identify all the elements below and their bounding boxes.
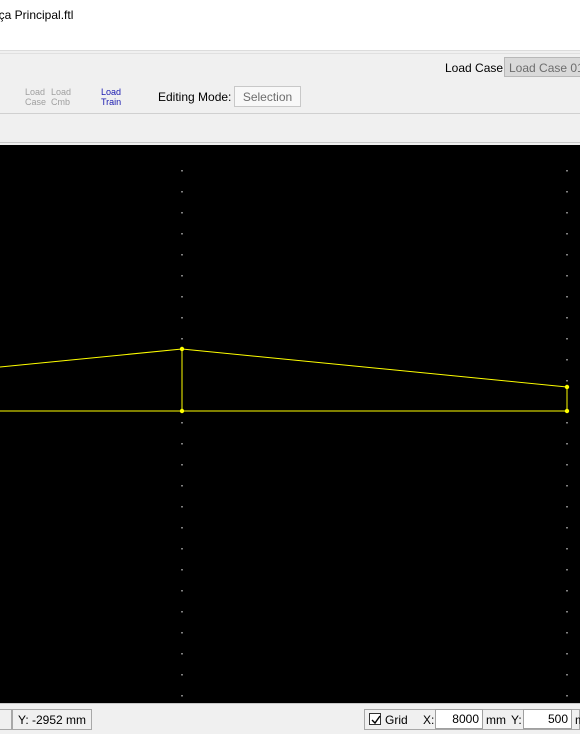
grid-dot xyxy=(181,485,183,487)
grid-dot xyxy=(566,233,568,235)
load-case-label: Load Case: xyxy=(445,61,507,75)
grid-x-unit: mm xyxy=(486,713,506,727)
secondary-toolbar xyxy=(0,114,580,143)
grid-x-input[interactable]: 8000 xyxy=(435,709,483,729)
node-top-right xyxy=(564,384,570,390)
structure-drawing[interactable] xyxy=(0,145,580,703)
grid-dot xyxy=(181,296,183,298)
editing-mode-label: Editing Mode: xyxy=(158,90,232,104)
grid-dot xyxy=(566,506,568,508)
grid-dot xyxy=(181,653,183,655)
load-combination-button[interactable]: Load Cmb xyxy=(51,87,71,107)
grid-dot xyxy=(181,632,183,634)
grid-dot xyxy=(566,275,568,277)
grid-dot xyxy=(566,296,568,298)
load-train-button-line1: Load xyxy=(101,87,122,97)
top-chord-left xyxy=(0,348,183,368)
grid-dot xyxy=(566,422,568,424)
grid-x-label: X: xyxy=(423,713,435,727)
grid-dot xyxy=(566,317,568,319)
grid-dot xyxy=(566,590,568,592)
grid-dot xyxy=(181,569,183,571)
load-comb-button-line1: Load xyxy=(51,87,72,97)
drawing-canvas[interactable] xyxy=(0,145,580,703)
grid-dot xyxy=(181,548,183,550)
toolbar: Load Case Load Cmb Load Train Editing Mo… xyxy=(0,81,580,114)
node-bottom-center xyxy=(179,408,185,414)
editing-mode-field[interactable]: Selection xyxy=(234,86,301,107)
grid-dots xyxy=(181,170,568,697)
load-train-button[interactable]: Load Train xyxy=(101,87,121,107)
grid-checkbox[interactable] xyxy=(369,713,381,725)
window-title: iça Principal.ftl xyxy=(0,8,74,22)
grid-dot xyxy=(566,485,568,487)
grid-label: Grid xyxy=(385,713,408,727)
load-train-button-line2: Train xyxy=(101,97,122,107)
grid-dot xyxy=(181,464,183,466)
node-top-center xyxy=(179,346,185,352)
load-case-bar: Load Case: Load Case 01 xyxy=(0,53,580,82)
load-comb-button-line2: Cmb xyxy=(51,97,71,107)
grid-dot xyxy=(566,527,568,529)
load-case-dropdown[interactable]: Load Case 01 xyxy=(504,57,580,77)
grid-dot xyxy=(181,191,183,193)
grid-y-label: Y: xyxy=(511,713,522,727)
grid-dot xyxy=(566,254,568,256)
grid-dot xyxy=(181,338,183,340)
grid-dot xyxy=(181,317,183,319)
grid-dot xyxy=(566,191,568,193)
grid-dot xyxy=(566,548,568,550)
grid-dot xyxy=(566,170,568,172)
load-case-button-line1: Load xyxy=(25,87,46,97)
title-bar: iça Principal.ftl xyxy=(0,0,580,51)
grid-dot xyxy=(181,443,183,445)
truss-geometry xyxy=(0,348,568,412)
grid-y-input[interactable]: 500 xyxy=(523,709,572,729)
grid-dot xyxy=(566,653,568,655)
grid-dot xyxy=(181,170,183,172)
load-case-button[interactable]: Load Case xyxy=(25,87,46,107)
grid-dot xyxy=(566,569,568,571)
grid-dot xyxy=(566,359,568,361)
grid-dot xyxy=(181,506,183,508)
y-coordinate-panel: Y: -2952 mm xyxy=(12,709,92,730)
grid-dot xyxy=(566,338,568,340)
grid-dot xyxy=(181,422,183,424)
top-chord-right xyxy=(181,348,568,388)
status-bar: Y: -2952 mm Grid X: 8000 mm Y: 500 m xyxy=(0,703,580,734)
load-case-button-line2: Case xyxy=(25,97,47,107)
y-coordinate-readout: Y: -2952 mm xyxy=(18,713,87,727)
checkmark-icon xyxy=(371,715,381,725)
grid-dot xyxy=(566,695,568,697)
grid-dot xyxy=(181,275,183,277)
grid-dot xyxy=(566,212,568,214)
grid-dot xyxy=(181,611,183,613)
status-panel-left xyxy=(0,709,12,730)
grid-dot xyxy=(566,632,568,634)
grid-dot xyxy=(181,674,183,676)
grid-dot xyxy=(566,464,568,466)
grid-dot xyxy=(181,212,183,214)
grid-dot xyxy=(181,254,183,256)
grid-dot xyxy=(181,590,183,592)
grid-dot xyxy=(181,527,183,529)
grid-dot xyxy=(566,443,568,445)
grid-y-unit: m xyxy=(575,713,580,727)
nodes xyxy=(179,346,570,414)
node-bottom-right xyxy=(564,408,570,414)
grid-dot xyxy=(566,380,568,382)
grid-dot xyxy=(566,611,568,613)
grid-dot xyxy=(181,233,183,235)
grid-dot xyxy=(566,674,568,676)
grid-dot xyxy=(181,695,183,697)
